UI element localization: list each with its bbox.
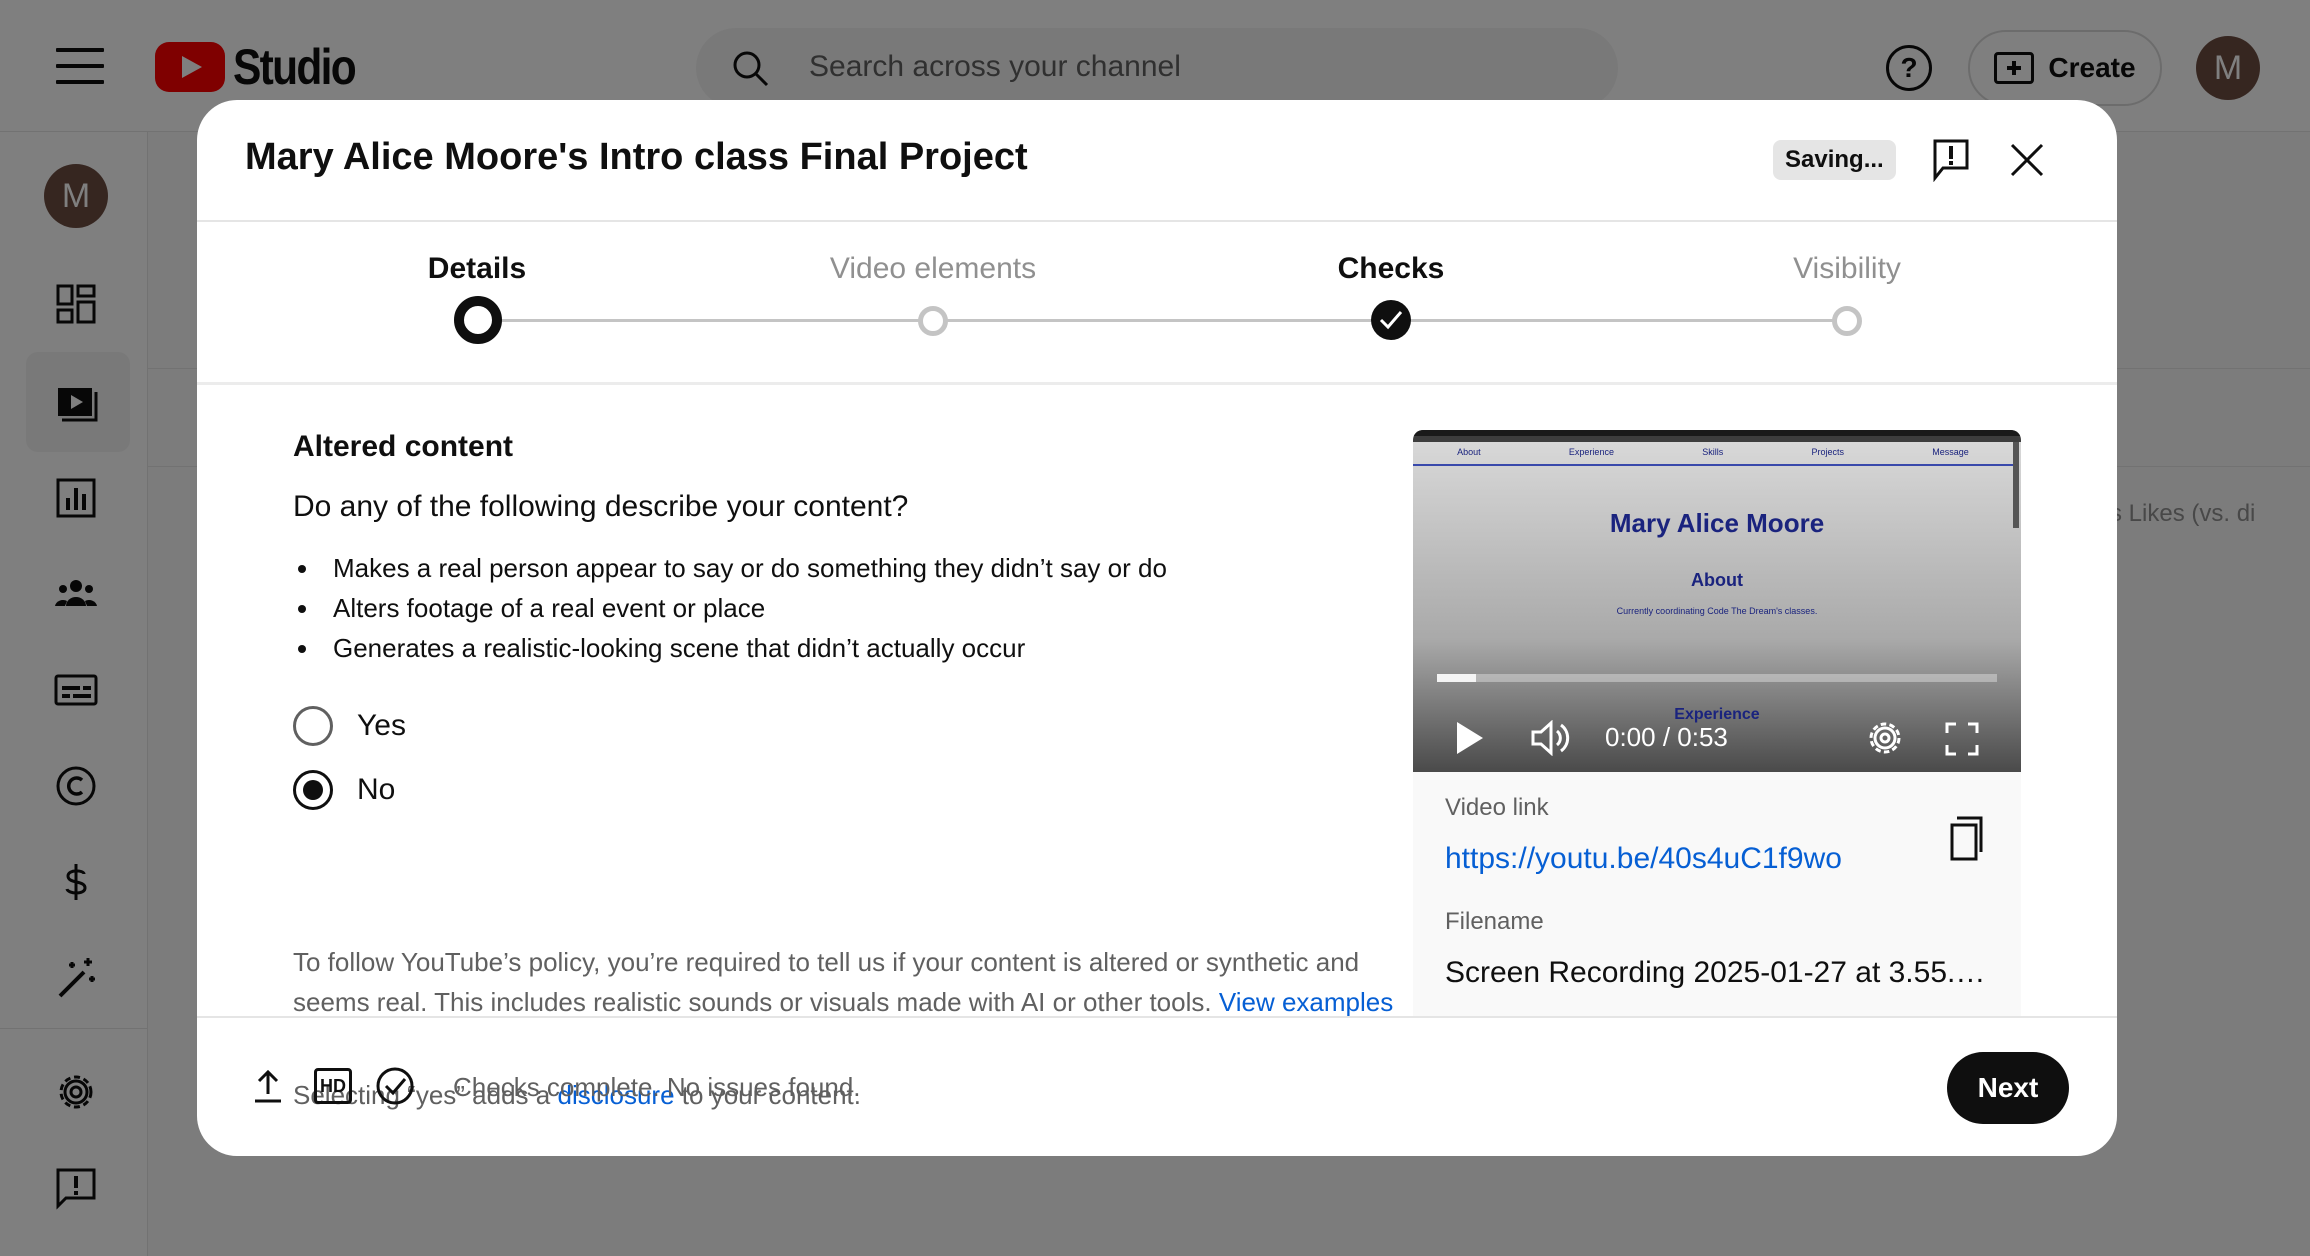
saving-badge: Saving... (1773, 140, 1896, 180)
upload-dialog: Mary Alice Moore's Intro class Final Pro… (197, 100, 2117, 1156)
altered-content-question: Do any of the following describe your co… (293, 490, 909, 523)
filename-label: Filename (1445, 908, 1544, 935)
dialog-footer: HD Checks complete. No issues found. Nex… (197, 1018, 2117, 1156)
video-preview-card: About Experience Skills Projects Message… (1413, 430, 2021, 1016)
video-link-label: Video link (1445, 794, 1549, 821)
video-link[interactable]: https://youtu.be/40s4uC1f9wo (1445, 842, 1842, 876)
altered-content-criteria: Makes a real person appear to say or do … (293, 548, 1167, 668)
step-pending-dot (1832, 306, 1862, 336)
video-site-about: About (1691, 570, 1743, 590)
stepper-track (473, 319, 1837, 322)
step-label: Details (427, 252, 527, 285)
video-player[interactable]: About Experience Skills Projects Message… (1413, 430, 2021, 772)
step-label: Video elements (829, 252, 1037, 285)
checks-complete-icon[interactable] (375, 1066, 415, 1106)
radio-yes[interactable]: Yes (293, 706, 406, 746)
radio-no[interactable]: No (293, 770, 395, 810)
view-examples-link[interactable]: View examples (1219, 987, 1393, 1017)
video-site-nav: About Experience Skills Projects Message (1413, 442, 2013, 466)
video-site-nav-item: Projects (1811, 447, 1845, 457)
upload-stepper: Details Video elements Checks Visibility (197, 222, 2117, 382)
step-check-icon (1371, 300, 1411, 340)
video-site-about-text: Currently coordinating Code The Dream's … (1616, 606, 1818, 616)
radio-yes-circle[interactable] (293, 706, 333, 746)
hd-icon[interactable]: HD (314, 1068, 352, 1104)
list-item: Generates a realistic-looking scene that… (293, 628, 1167, 668)
step-label: Visibility (1793, 252, 1901, 285)
dialog-title: Mary Alice Moore's Intro class Final Pro… (245, 136, 1028, 178)
play-icon[interactable] (1457, 722, 1483, 754)
video-time: 0:00 / 0:53 (1605, 722, 1728, 752)
policy-text: To follow YouTube’s policy, you’re requi… (293, 942, 1413, 1022)
volume-icon[interactable] (1531, 720, 1575, 756)
list-item: Alters footage of a real event or place (293, 588, 1167, 628)
close-icon[interactable] (2009, 142, 2045, 178)
section-title: Altered content (293, 430, 514, 463)
stepper-divider (197, 382, 2117, 385)
radio-no-label: No (357, 773, 396, 806)
video-controls: 0:00 / 0:53 (1413, 704, 2021, 770)
video-site-nav-item: Skills (1702, 447, 1724, 457)
radio-yes-label: Yes (357, 709, 406, 742)
feedback-icon[interactable] (1931, 138, 1971, 182)
fullscreen-icon[interactable] (1945, 722, 1979, 756)
video-progress-fill (1437, 674, 1477, 682)
video-settings-icon[interactable] (1865, 718, 1905, 758)
video-site-name: Mary Alice Moore (1609, 508, 1825, 538)
checks-status: Checks complete. No issues found. (453, 1072, 861, 1102)
policy-body: To follow YouTube’s policy, you’re requi… (293, 947, 1360, 1017)
video-site-nav-item: About (1457, 447, 1481, 457)
video-site-nav-item: Message (1932, 447, 1969, 457)
filename: Screen Recording 2025-01-27 at 3.55.2... (1445, 956, 1995, 989)
video-site-nav-item: Experience (1568, 447, 1614, 457)
video-progress-bar[interactable] (1437, 674, 1997, 682)
step-label: Checks (1337, 252, 1445, 285)
next-button[interactable]: Next (1947, 1052, 2069, 1124)
step-current-dot (454, 296, 502, 344)
copy-icon[interactable] (1949, 816, 1987, 862)
step-pending-dot (918, 306, 948, 336)
list-item: Makes a real person appear to say or do … (293, 548, 1167, 588)
radio-no-circle[interactable] (293, 770, 333, 810)
upload-icon[interactable] (253, 1068, 283, 1104)
